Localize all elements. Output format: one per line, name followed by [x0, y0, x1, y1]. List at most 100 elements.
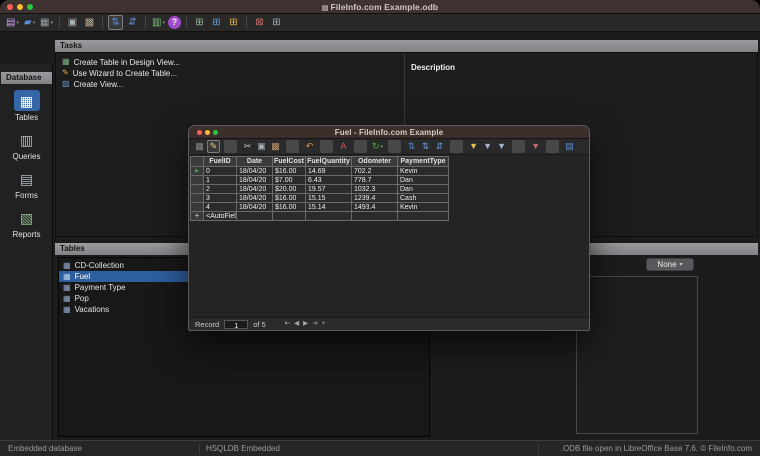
cell[interactable]: $16.00	[273, 194, 306, 203]
cell[interactable]: 6.43	[306, 176, 352, 185]
separator[interactable]	[102, 17, 103, 28]
separator[interactable]	[546, 140, 560, 153]
new-database-icon[interactable]: ▤	[5, 15, 20, 30]
cell[interactable]: 18/04/20	[237, 185, 273, 194]
new-record-button[interactable]: +	[322, 320, 326, 328]
cell[interactable]: Cash	[398, 194, 449, 203]
sort-descending-icon[interactable]: ⇵	[125, 15, 140, 30]
refresh-icon[interactable]: ↻	[371, 140, 384, 153]
cell[interactable]: 1239.4	[352, 194, 398, 203]
cell[interactable]: 702.2	[352, 167, 398, 176]
sidebar-item-reports[interactable]: ▧ Reports	[12, 207, 40, 240]
edit-table-icon[interactable]: ⊞	[226, 15, 241, 30]
column-header-fuelid[interactable]: FuelID	[204, 157, 237, 167]
cell[interactable]: 14.69	[306, 167, 352, 176]
column-header-fuelquantity[interactable]: FuelQuantity	[306, 157, 352, 167]
zoom-button[interactable]	[213, 130, 218, 135]
sort-descending-icon[interactable]: ⇵	[433, 140, 446, 153]
open-table-icon[interactable]: ⊞	[269, 15, 284, 30]
empty-cell[interactable]	[398, 212, 449, 221]
undo-icon[interactable]: ↶	[303, 140, 316, 153]
column-header-paymenttype[interactable]: PaymentType	[398, 157, 449, 167]
table-wizard-icon[interactable]: ⊞	[209, 15, 224, 30]
standard-filter-icon[interactable]: ▼	[495, 140, 508, 153]
sort-icon[interactable]: ⇅	[405, 140, 418, 153]
column-header-fuelcost[interactable]: FuelCost	[273, 157, 306, 167]
cell[interactable]: $20.00	[273, 185, 306, 194]
form-icon[interactable]: ▥	[151, 15, 166, 30]
row-header[interactable]: ▶	[191, 167, 204, 176]
cut-icon[interactable]: ✂	[241, 140, 254, 153]
separator[interactable]	[59, 17, 60, 28]
reset-filter-icon[interactable]: ▼	[529, 140, 542, 153]
separator[interactable]	[450, 140, 464, 153]
close-button[interactable]	[197, 130, 202, 135]
cell[interactable]: 18/04/20	[237, 176, 273, 185]
cell[interactable]: 1	[204, 176, 237, 185]
row-header[interactable]	[191, 203, 204, 212]
row-header[interactable]	[191, 194, 204, 203]
task-create-view[interactable]: ▧ Create View...	[62, 79, 402, 89]
copy-icon[interactable]: ▣	[65, 15, 80, 30]
separator[interactable]	[354, 140, 367, 153]
row-header[interactable]	[191, 176, 204, 185]
cell[interactable]: 18/04/20	[237, 167, 273, 176]
row-header[interactable]	[191, 185, 204, 194]
zoom-button[interactable]	[27, 4, 33, 10]
separator[interactable]	[286, 140, 299, 153]
separator[interactable]	[246, 17, 247, 28]
cell[interactable]: 18/04/20	[237, 194, 273, 203]
cell[interactable]: 15.15	[306, 194, 352, 203]
close-button[interactable]	[7, 4, 13, 10]
separator[interactable]	[145, 17, 146, 28]
cell[interactable]: Kevin	[398, 203, 449, 212]
separator[interactable]	[224, 140, 237, 153]
data-to-text-icon[interactable]: ▤	[563, 140, 576, 153]
record-number-input[interactable]: 1	[224, 319, 249, 330]
edit-data-icon[interactable]: ✎	[207, 140, 220, 153]
separator[interactable]	[388, 140, 402, 153]
task-create-table-design-view[interactable]: ▦ Create Table in Design View...	[62, 57, 402, 67]
cell[interactable]: 15.14	[306, 203, 352, 212]
cell[interactable]: 0	[204, 167, 237, 176]
autofilter-icon[interactable]: ▼	[467, 140, 480, 153]
empty-cell[interactable]	[273, 212, 306, 221]
autofield-cell[interactable]: <AutoField>	[204, 212, 237, 221]
cell[interactable]: $7.00	[273, 176, 306, 185]
help-icon[interactable]: ?	[168, 16, 181, 29]
cell[interactable]: 778.7	[352, 176, 398, 185]
task-use-wizard-create-table[interactable]: ✎ Use Wizard to Create Table...	[62, 68, 402, 78]
previous-record-button[interactable]: ◀	[294, 320, 299, 328]
paste-icon[interactable]: ▩	[269, 140, 282, 153]
cell[interactable]: Kevin	[398, 167, 449, 176]
copy-icon[interactable]: ▣	[255, 140, 268, 153]
minimize-button[interactable]	[17, 4, 23, 10]
delete-table-icon[interactable]: ⊠	[252, 15, 267, 30]
sort-ascending-icon[interactable]: ⇅	[108, 15, 123, 30]
separator[interactable]	[512, 140, 526, 153]
cell[interactable]: 19.57	[306, 185, 352, 194]
paste-icon[interactable]: ▩	[82, 15, 97, 30]
sidebar-item-forms[interactable]: ▤ Forms	[14, 168, 40, 201]
sort-ascending-icon[interactable]: ⇅	[419, 140, 432, 153]
cell[interactable]: 1032.3	[352, 185, 398, 194]
minimize-button[interactable]	[205, 130, 210, 135]
empty-cell[interactable]	[352, 212, 398, 221]
save-icon[interactable]: ▦	[39, 15, 54, 30]
cell[interactable]: 3	[204, 194, 237, 203]
find-record-icon[interactable]: A	[337, 140, 350, 153]
column-header-date[interactable]: Date	[237, 157, 273, 167]
save-record-icon[interactable]: ▦	[193, 140, 206, 153]
cell[interactable]: 18/04/20	[237, 203, 273, 212]
separator[interactable]	[320, 140, 333, 153]
empty-cell[interactable]	[237, 212, 273, 221]
separator[interactable]	[186, 17, 187, 28]
new-row-header[interactable]: +	[191, 212, 204, 221]
cell[interactable]: 4	[204, 203, 237, 212]
cell[interactable]: 2	[204, 185, 237, 194]
cell[interactable]: $16.00	[273, 203, 306, 212]
preview-dropdown[interactable]: None	[646, 258, 694, 271]
apply-filter-icon[interactable]: ▼	[481, 140, 494, 153]
sidebar-item-tables[interactable]: ▦ Tables	[13, 90, 40, 122]
column-header-odometer[interactable]: Odometer	[352, 157, 398, 167]
